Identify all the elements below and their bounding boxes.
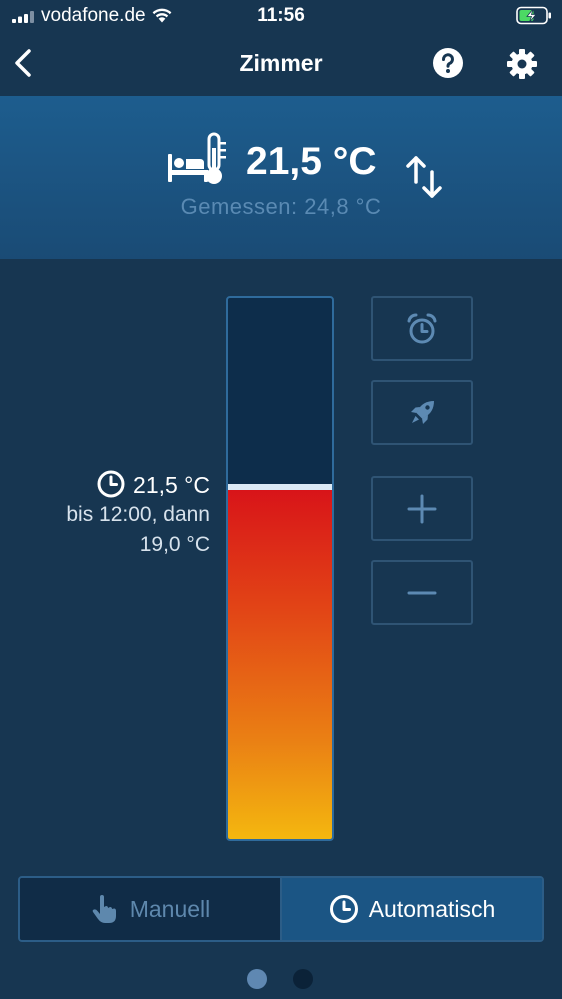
clock-icon xyxy=(97,470,125,498)
boost-button[interactable] xyxy=(371,380,473,445)
page-title: Zimmer xyxy=(239,50,323,76)
slider-handle[interactable] xyxy=(228,484,332,491)
increase-temperature-button[interactable] xyxy=(371,476,473,541)
decrease-temperature-button[interactable] xyxy=(371,560,473,625)
bed-thermometer-icon xyxy=(168,132,226,184)
battery-charging-icon xyxy=(516,6,551,25)
temperature-slider[interactable] xyxy=(226,296,334,841)
hand-pointer-icon xyxy=(92,895,116,923)
plus-icon xyxy=(407,494,437,523)
clock-time: 11:56 xyxy=(257,5,305,26)
rocket-icon xyxy=(411,400,434,424)
schedule-current: 21,5 °C xyxy=(0,470,210,500)
schedule-current-temp: 21,5 °C xyxy=(133,472,210,498)
page-dot-active[interactable] xyxy=(247,969,267,989)
alarm-button[interactable] xyxy=(371,296,473,361)
measured-temperature: Gemessen: 24,8 °C xyxy=(180,194,382,219)
minus-icon xyxy=(407,591,437,594)
clock-icon xyxy=(329,895,358,923)
mode-toggle: Manuell Automatisch xyxy=(18,876,544,942)
target-temperature: 21,5 °C xyxy=(246,140,377,183)
automatic-mode-label: Automatisch xyxy=(368,895,496,922)
status-bar: vodafone.de 11:56 xyxy=(0,0,562,32)
nav-bar: Zimmer xyxy=(0,32,562,96)
automatic-mode-button[interactable]: Automatisch xyxy=(282,878,542,940)
help-icon[interactable] xyxy=(432,47,464,79)
schedule-next-temp: 19,0 °C xyxy=(139,533,210,556)
slider-fill xyxy=(228,487,332,839)
schedule-until: bis 12:00, dann xyxy=(66,503,210,526)
gear-icon[interactable] xyxy=(505,47,539,81)
manual-mode-label: Manuell xyxy=(129,895,211,922)
page-dot-inactive[interactable] xyxy=(293,969,313,989)
schedule-info: 21,5 °C bis 12:00, dann 19,0 °C xyxy=(0,470,210,560)
alarm-clock-icon xyxy=(407,312,437,343)
manual-mode-button[interactable]: Manuell xyxy=(20,878,282,940)
temperature-header: 21,5 °C Gemessen: 24,8 °C xyxy=(0,96,562,259)
